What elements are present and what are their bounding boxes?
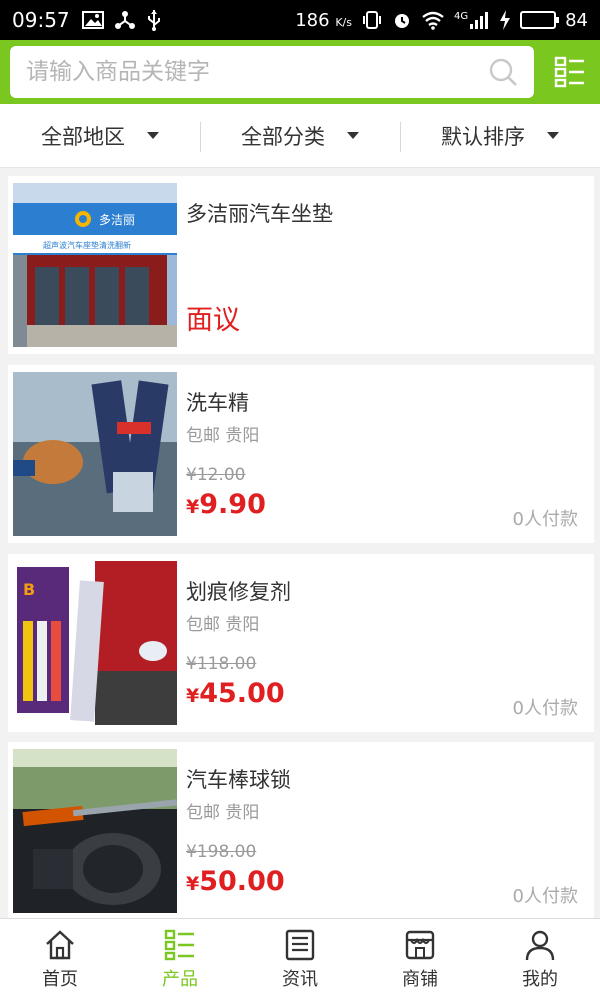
store-sign-subtitle: 超声波汽车座垫清洗翻新 — [43, 240, 131, 250]
nav-label: 产品 — [162, 969, 198, 990]
price-value: 50.00 — [199, 866, 285, 897]
payment-count: 0人付款 — [512, 698, 578, 719]
product-price: ¥45.00 — [186, 678, 285, 709]
product-original-price: ¥198.00 — [186, 842, 257, 862]
nav-home[interactable]: 首页 — [0, 919, 120, 1000]
payment-count: 0人付款 — [512, 509, 578, 530]
search-input[interactable] — [26, 59, 488, 85]
product-price: ¥50.00 — [186, 866, 285, 897]
nav-label: 资讯 — [282, 969, 318, 990]
nav-label: 我的 — [522, 969, 558, 990]
nav-profile[interactable]: 我的 — [480, 919, 600, 1000]
product-name: 多洁丽汽车坐垫 — [186, 202, 333, 226]
status-time: 09:57 — [12, 8, 70, 32]
battery-percent: 84 — [565, 9, 588, 31]
nav-store[interactable]: 商铺 — [360, 919, 480, 1000]
dropdown-arrow-icon — [147, 132, 159, 139]
status-bar: 09:57 186 K/s 4G 84 — [0, 0, 600, 40]
product-card[interactable]: 多洁丽 超声波汽车座垫清洗翻新 多洁丽汽车坐垫 面议 — [8, 176, 594, 354]
filter-label: 全部地区 — [41, 124, 125, 149]
price-value: 9.90 — [199, 489, 266, 520]
product-shipping: 包邮 贵阳 — [186, 615, 260, 635]
user-icon — [525, 930, 555, 961]
signal-icon — [470, 12, 489, 29]
currency-symbol: ¥ — [186, 685, 200, 707]
bottom-nav: 首页 产品 资讯 商铺 我的 — [0, 918, 600, 1000]
product-name: 洗车精 — [186, 391, 249, 415]
filter-category[interactable]: 全部分类 — [200, 104, 400, 167]
filter-region[interactable]: 全部地区 — [0, 104, 200, 167]
usb-icon — [147, 10, 160, 31]
network-share-icon — [114, 11, 135, 29]
vibrate-icon — [362, 11, 381, 29]
svg-text:B: B — [23, 580, 35, 599]
product-image — [13, 372, 177, 536]
product-name: 划痕修复剂 — [186, 580, 291, 604]
nav-label: 首页 — [42, 969, 78, 990]
product-image: B — [13, 561, 177, 725]
news-icon — [285, 929, 315, 961]
store-sign-text: 多洁丽 — [99, 213, 135, 227]
network-speed: 186 K/s — [295, 9, 352, 31]
store-icon — [405, 930, 435, 960]
status-notification-icons — [81, 9, 162, 31]
product-card[interactable]: B 划痕修复剂 包邮 贵阳 ¥118.00 ¥45.00 0人付款 — [8, 554, 594, 732]
charging-icon — [500, 10, 511, 30]
product-card[interactable]: 汽车棒球锁 包邮 贵阳 ¥198.00 ¥50.00 0人付款 — [8, 742, 594, 920]
grid-list-icon[interactable] — [554, 56, 586, 88]
product-price-negotiable: 面议 — [186, 305, 240, 336]
dropdown-arrow-icon — [347, 132, 359, 139]
image-icon — [81, 11, 104, 29]
alarm-icon — [394, 14, 409, 28]
signal-indicator: 4G — [454, 11, 490, 29]
product-image — [13, 749, 177, 913]
nav-products[interactable]: 产品 — [120, 919, 240, 1000]
product-price: ¥9.90 — [186, 489, 266, 520]
product-shipping: 包邮 贵阳 — [186, 803, 260, 823]
payment-count: 0人付款 — [512, 886, 578, 907]
wifi-icon — [422, 11, 444, 30]
product-name: 汽车棒球锁 — [186, 768, 291, 792]
currency-symbol: ¥ — [186, 496, 200, 518]
product-image: 多洁丽 超声波汽车座垫清洗翻新 — [13, 183, 177, 347]
search-icon[interactable] — [488, 57, 518, 87]
filter-bar: 全部地区 全部分类 默认排序 — [0, 104, 600, 168]
price-value: 45.00 — [199, 678, 285, 709]
product-shipping: 包邮 贵阳 — [186, 426, 260, 446]
product-original-price: ¥12.00 — [186, 465, 246, 485]
search-header — [0, 40, 600, 104]
product-original-price: ¥118.00 — [186, 654, 257, 674]
battery-icon — [520, 11, 560, 29]
filter-label: 默认排序 — [441, 124, 525, 149]
home-icon — [46, 930, 74, 960]
filter-label: 全部分类 — [241, 124, 325, 149]
nav-news[interactable]: 资讯 — [240, 919, 360, 1000]
filter-sort[interactable]: 默认排序 — [400, 104, 600, 167]
search-box[interactable] — [10, 46, 534, 98]
product-card[interactable]: 洗车精 包邮 贵阳 ¥12.00 ¥9.90 0人付款 — [8, 365, 594, 543]
currency-symbol: ¥ — [186, 873, 200, 895]
nav-label: 商铺 — [402, 969, 438, 990]
product-list-icon — [164, 929, 194, 961]
dropdown-arrow-icon — [547, 132, 559, 139]
